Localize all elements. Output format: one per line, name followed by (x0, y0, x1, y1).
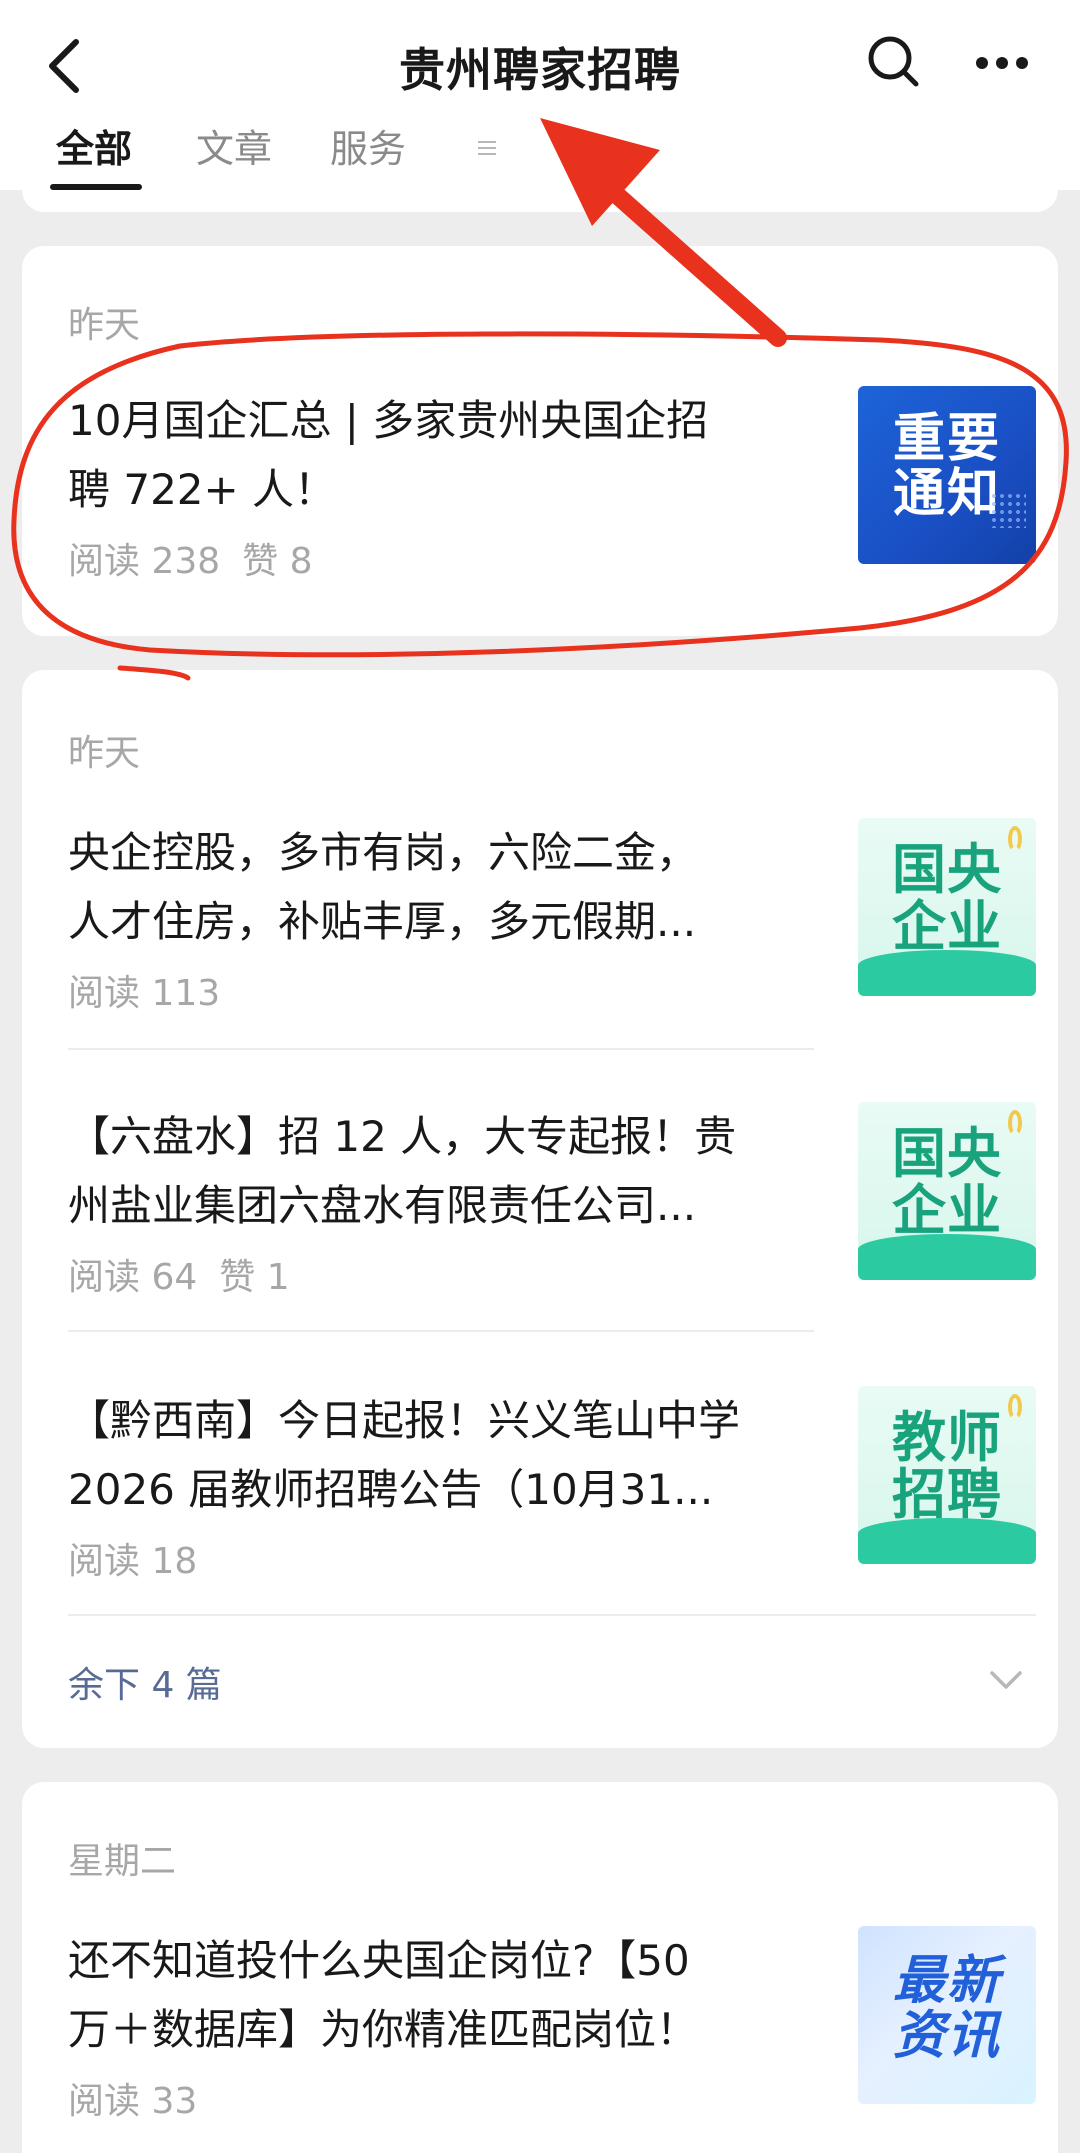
article-title-line: 聘 722+ 人！ (68, 465, 337, 514)
menu-icon (478, 141, 496, 155)
article-title-line: 州盐业集团六盘水有限责任公司... (68, 1181, 697, 1230)
search-icon (868, 36, 919, 87)
article-title: 【六盘水】招 12 人，大专起报！贵 州盐业集团六盘水有限责任公司... (68, 1102, 808, 1240)
article-thumbnail: 最新 资讯 (858, 1926, 1036, 2104)
thumbnail-text-line: 企业 (892, 894, 1002, 958)
article-thumbnail: 国央 企业 (858, 1102, 1036, 1280)
top-bar: 贵州聘家招聘 全部 文章 服务 (0, 0, 1080, 190)
divider (68, 1048, 814, 1050)
thumbnail-text-line: 国央 (892, 1122, 1002, 1185)
thumbnail-text: 教师 招聘 (858, 1406, 1036, 1526)
thumbnail-text: 国央 企业 (858, 1122, 1036, 1242)
date-label: 昨天 (68, 733, 141, 774)
article-card: 星期二 还不知道投什么央国企岗位?【50 万＋数据库】为你精准匹配岗位！ 阅读 … (22, 1782, 1058, 2153)
like-count: 赞 8 (242, 541, 313, 582)
thumbnail-text-line: 国央 (892, 838, 1002, 901)
article-title-line: 人才住房，补贴丰厚，多元假期... (68, 897, 697, 946)
article-item[interactable]: 【六盘水】招 12 人，大专起报！贵 州盐业集团六盘水有限责任公司... 阅读 … (68, 1102, 1036, 1302)
decorative-dots (990, 492, 1026, 528)
article-title: 央企控股，多市有岗，六险二金， 人才住房，补贴丰厚，多元假期... (68, 818, 808, 956)
article-title-line: 2026 届教师招聘公告（10月31... (68, 1465, 714, 1514)
article-stats: 阅读 238 赞 8 (68, 532, 313, 584)
article-item[interactable]: 10月国企汇总 | 多家贵州央国企招 聘 722+ 人！ 阅读 238 赞 8 重… (68, 386, 1036, 586)
thumbnail-text-line: 重要 (892, 409, 1001, 469)
article-title: 【黔西南】今日起报！兴义笔山中学 2026 届教师招聘公告（10月31... (68, 1386, 808, 1524)
decorative-band (858, 950, 1036, 996)
read-count: 阅读 113 (68, 973, 221, 1014)
article-card: 昨天 央企控股，多市有岗，六险二金， 人才住房，补贴丰厚，多元假期... 阅读 … (22, 670, 1058, 1748)
tab-services-label: 服务 (330, 127, 407, 171)
article-item[interactable]: 央企控股，多市有岗，六险二金， 人才住房，补贴丰厚，多元假期... 阅读 113… (68, 818, 1036, 1018)
read-count: 阅读 33 (68, 2081, 198, 2122)
remaining-articles-link[interactable]: 余下 4 篇 (68, 1656, 222, 1708)
like-count: 赞 1 (219, 1257, 290, 1298)
thumbnail-text-line: 教师 (892, 1406, 1002, 1469)
thumbnail-text-line: 招聘 (892, 1462, 1002, 1526)
decorative-band (858, 1234, 1036, 1280)
read-count: 阅读 238 (68, 541, 221, 582)
previous-card-edge (22, 190, 1058, 212)
divider (68, 1614, 1036, 1616)
article-thumbnail: 重要 通知 (858, 386, 1036, 564)
tab-articles[interactable]: 文章 (196, 118, 272, 173)
divider (68, 1330, 814, 1332)
thumbnail-text: 最新 资讯 (858, 1954, 1036, 2063)
article-thumbnail: 教师 招聘 (858, 1386, 1036, 1564)
thumbnail-text-line: 最新 (892, 1951, 1001, 2011)
article-title: 10月国企汇总 | 多家贵州央国企招 聘 722+ 人！ (68, 386, 808, 524)
article-item[interactable]: 还不知道投什么央国企岗位?【50 万＋数据库】为你精准匹配岗位！ 阅读 33 最… (68, 1926, 1036, 2126)
chevron-down-icon[interactable] (988, 1668, 1024, 1692)
article-title-line: 10月国企汇总 | 多家贵州央国企招 (68, 396, 709, 445)
article-item[interactable]: 【黔西南】今日起报！兴义笔山中学 2026 届教师招聘公告（10月31... 阅… (68, 1386, 1036, 1586)
more-dots-icon (976, 57, 1028, 69)
thumbnail-text-line: 资讯 (892, 2005, 1001, 2066)
article-stats: 阅读 64 赞 1 (68, 1248, 290, 1300)
decorative-band (858, 1518, 1036, 1564)
tab-articles-label: 文章 (196, 127, 273, 171)
article-title-line: 还不知道投什么央国企岗位?【50 (68, 1936, 690, 1985)
article-card: 昨天 10月国企汇总 | 多家贵州央国企招 聘 722+ 人！ 阅读 238 赞 … (22, 246, 1058, 636)
article-stats: 阅读 113 (68, 964, 220, 1016)
date-label: 昨天 (68, 305, 141, 346)
article-stats: 阅读 33 (68, 2072, 197, 2124)
article-title-line: 万＋数据库】为你精准匹配岗位！ (68, 2005, 699, 2054)
thumbnail-text-line: 企业 (892, 1178, 1002, 1242)
date-label: 星期二 (68, 1841, 177, 1882)
article-title-line: 【六盘水】招 12 人，大专起报！贵 (68, 1112, 737, 1161)
tab-all-label: 全部 (56, 127, 133, 171)
article-stats: 阅读 18 (68, 1532, 197, 1584)
read-count: 阅读 64 (68, 1257, 198, 1298)
read-count: 阅读 18 (68, 1541, 198, 1582)
article-thumbnail: 国央 企业 (858, 818, 1036, 996)
more-options-button[interactable] (972, 38, 1032, 88)
article-title: 还不知道投什么央国企岗位?【50 万＋数据库】为你精准匹配岗位！ (68, 1926, 808, 2064)
article-title-line: 央企控股，多市有岗，六险二金， (68, 828, 699, 877)
search-button[interactable] (864, 32, 924, 92)
tab-all[interactable]: 全部 (50, 118, 142, 190)
tab-services[interactable]: 服务 (330, 118, 406, 173)
thumbnail-text: 国央 企业 (858, 838, 1036, 958)
article-title-line: 【黔西南】今日起报！兴义笔山中学 (68, 1396, 741, 1445)
